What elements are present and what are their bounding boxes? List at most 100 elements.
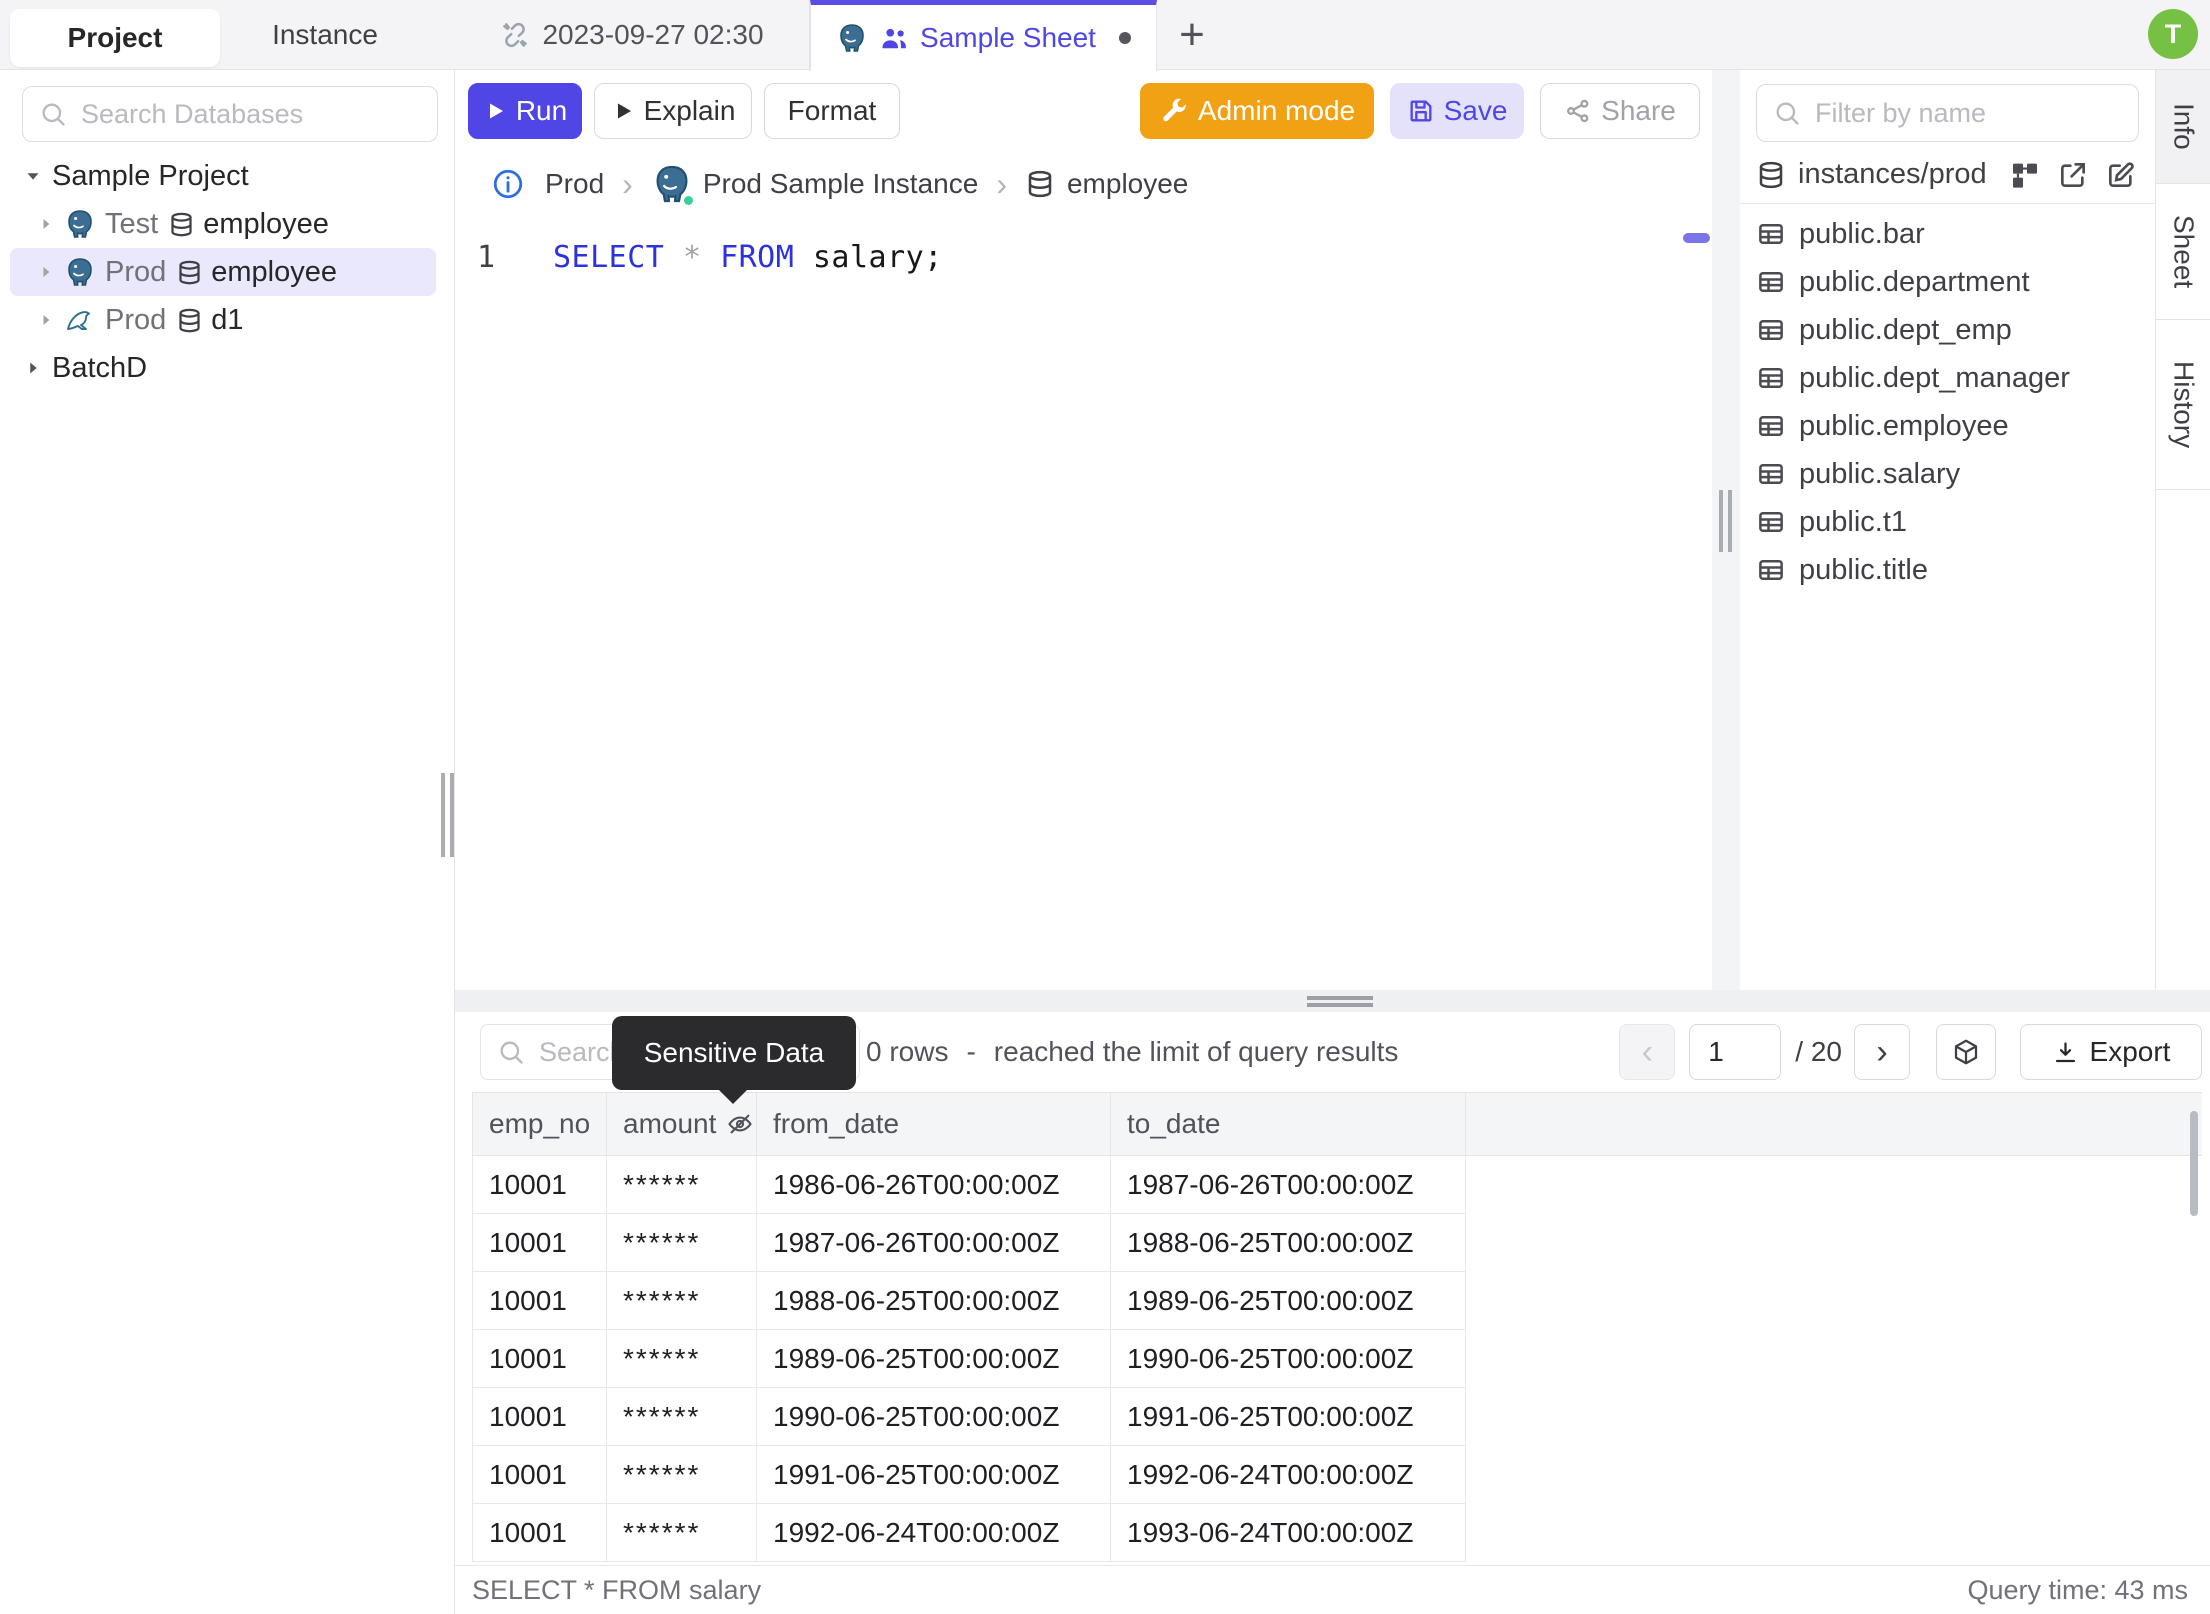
tree-database-prod-d1[interactable]: Prod d1 [10, 296, 436, 344]
cell-emp-no[interactable]: 10001 [472, 1330, 607, 1388]
side-tab-sheet[interactable]: Sheet [2156, 184, 2210, 320]
cell-from-date[interactable]: 1989-06-25T00:00:00Z [757, 1330, 1111, 1388]
cell-from-date[interactable]: 1990-06-25T00:00:00Z [757, 1388, 1111, 1446]
table-row[interactable]: 10001 ****** 1990-06-25T00:00:00Z 1991-06-2… [472, 1388, 2202, 1446]
table-filter-input[interactable] [1813, 96, 2122, 130]
table-item-public-dept-emp[interactable]: public.dept_emp [1740, 306, 2155, 354]
tab-instance[interactable]: Instance [220, 0, 430, 70]
run-button[interactable]: Run [468, 83, 582, 139]
tab-project[interactable]: Project [10, 9, 220, 67]
new-tab-button[interactable]: + [1168, 11, 1216, 59]
cell-emp-no[interactable]: 10001 [472, 1504, 607, 1562]
breadcrumb-instance[interactable]: Prod Sample Instance [703, 168, 979, 200]
save-button[interactable]: Save [1390, 83, 1524, 139]
database-search[interactable] [22, 86, 438, 142]
cell-emp-no[interactable]: 10001 [472, 1272, 607, 1330]
breadcrumb-database[interactable]: employee [1067, 168, 1188, 200]
cell-emp-no[interactable]: 10001 [472, 1156, 607, 1214]
data-box-button[interactable] [1936, 1024, 1996, 1080]
results-scrollbar-thumb[interactable] [2190, 1111, 2198, 1216]
tree-project-sample-project[interactable]: Sample Project [10, 152, 436, 200]
edit-icon[interactable] [2105, 159, 2137, 191]
cell-to-date[interactable]: 1991-06-25T00:00:00Z [1111, 1388, 1466, 1446]
format-button[interactable]: Format [764, 83, 900, 139]
column-header-from-date: from_date [757, 1093, 1111, 1155]
page-number-input[interactable] [1689, 1024, 1782, 1080]
side-tab-info[interactable]: Info [2156, 70, 2210, 184]
table-row[interactable]: 10001 ****** 1988-06-25T00:00:00Z 1989-06-2… [472, 1272, 2202, 1330]
schema-header: instances/prod [1740, 146, 2155, 204]
avatar[interactable]: T [2148, 9, 2198, 59]
next-page-button[interactable]: › [1854, 1024, 1910, 1080]
cell-to-date[interactable]: 1992-06-24T00:00:00Z [1111, 1446, 1466, 1504]
editor-scrollbar-thumb[interactable] [1683, 233, 1710, 243]
side-tab-history[interactable]: History [2156, 320, 2210, 490]
cell-from-date[interactable]: 1988-06-25T00:00:00Z [757, 1272, 1111, 1330]
results-resize-handle[interactable] [1307, 996, 1373, 1007]
cell-amount[interactable]: ****** [607, 1156, 757, 1214]
cell-from-date[interactable]: 1987-06-26T00:00:00Z [757, 1214, 1111, 1272]
cell-from-date[interactable]: 1986-06-26T00:00:00Z [757, 1156, 1111, 1214]
tree-database-prod-employee[interactable]: Prod employee [10, 248, 436, 296]
table-item-label: public.dept_manager [1799, 361, 2070, 394]
table-item-public-title[interactable]: public.title [1740, 546, 2155, 594]
sidebar-resize-handle[interactable] [441, 773, 454, 857]
table-icon [1756, 507, 1786, 537]
cell-to-date[interactable]: 1993-06-24T00:00:00Z [1111, 1504, 1466, 1562]
cell-from-date[interactable]: 1992-06-24T00:00:00Z [757, 1504, 1111, 1562]
tree-database-test-employee[interactable]: Test employee [10, 200, 436, 248]
table-row[interactable]: 10001 ****** 1987-06-26T00:00:00Z 1988-06-2… [472, 1214, 2202, 1272]
breadcrumb: Prod › Prod Sample Instance › employee [455, 152, 1712, 216]
cell-emp-no[interactable]: 10001 [472, 1446, 607, 1504]
table-item-public-t1[interactable]: public.t1 [1740, 498, 2155, 546]
table-filter[interactable] [1756, 84, 2139, 142]
database-icon [1756, 160, 1786, 190]
right-tab-strip: Info Sheet History [2155, 70, 2210, 990]
table-item-public-bar[interactable]: public.bar [1740, 210, 2155, 258]
cell-to-date[interactable]: 1987-06-26T00:00:00Z [1111, 1156, 1466, 1214]
table-item-public-dept-manager[interactable]: public.dept_manager [1740, 354, 2155, 402]
breadcrumb-environment[interactable]: Prod [545, 168, 604, 200]
table-row[interactable]: 10001 ****** 1992-06-24T00:00:00Z 1993-06-2… [472, 1504, 2202, 1562]
sheet-tab-sample-sheet[interactable]: Sample Sheet [810, 0, 1157, 71]
cell-to-date[interactable]: 1989-06-25T00:00:00Z [1111, 1272, 1466, 1330]
cell-amount[interactable]: ****** [607, 1272, 757, 1330]
save-icon [1407, 97, 1435, 125]
cell-from-date[interactable]: 1991-06-25T00:00:00Z [757, 1446, 1111, 1504]
table-item-public-department[interactable]: public.department [1740, 258, 2155, 306]
prev-page-button[interactable]: ‹ [1619, 1024, 1676, 1080]
schema-diagram-icon[interactable] [2009, 159, 2041, 191]
table-row[interactable]: 10001 ****** 1989-06-25T00:00:00Z 1990-06-2… [472, 1330, 2202, 1388]
panel-resize-handle[interactable] [1719, 490, 1732, 552]
table-item-public-employee[interactable]: public.employee [1740, 402, 2155, 450]
explain-button[interactable]: Explain [594, 83, 752, 139]
cell-to-date[interactable]: 1990-06-25T00:00:00Z [1111, 1330, 1466, 1388]
export-button[interactable]: Export [2020, 1024, 2202, 1080]
database-search-input[interactable] [79, 97, 421, 131]
database-icon [176, 259, 203, 286]
save-label: Save [1443, 95, 1508, 126]
code-line[interactable]: 1 SELECT * FROM salary; [455, 240, 1712, 275]
environment-label: Prod [105, 303, 167, 336]
table-icon [1756, 459, 1786, 489]
info-icon[interactable] [491, 167, 525, 201]
cell-emp-no[interactable]: 10001 [472, 1214, 607, 1272]
cell-to-date[interactable]: 1988-06-25T00:00:00Z [1111, 1214, 1466, 1272]
sheet-tab-adhoc[interactable]: 2023-09-27 02:30 [455, 0, 810, 70]
cell-amount[interactable]: ****** [607, 1330, 757, 1388]
table-row[interactable]: 10001 ****** 1986-06-26T00:00:00Z 1987-06-2… [472, 1156, 2202, 1214]
tree-project-batchd[interactable]: BatchD [10, 344, 436, 392]
cell-amount[interactable]: ****** [607, 1388, 757, 1446]
database-tree: Sample Project Test employee Prod employ… [0, 152, 454, 392]
cell-amount[interactable]: ****** [607, 1214, 757, 1272]
share-button[interactable]: Share [1540, 83, 1700, 139]
cell-emp-no[interactable]: 10001 [472, 1388, 607, 1446]
external-link-icon[interactable] [2057, 159, 2089, 191]
schema-title: instances/prod [1798, 158, 1987, 190]
table-row[interactable]: 10001 ****** 1991-06-25T00:00:00Z 1992-06-2… [472, 1446, 2202, 1504]
cell-amount[interactable]: ****** [607, 1446, 757, 1504]
admin-mode-button[interactable]: Admin mode [1140, 83, 1374, 139]
table-item-public-salary[interactable]: public.salary [1740, 450, 2155, 498]
sql-editor[interactable]: 1 SELECT * FROM salary; [455, 216, 1712, 990]
cell-amount[interactable]: ****** [607, 1504, 757, 1562]
